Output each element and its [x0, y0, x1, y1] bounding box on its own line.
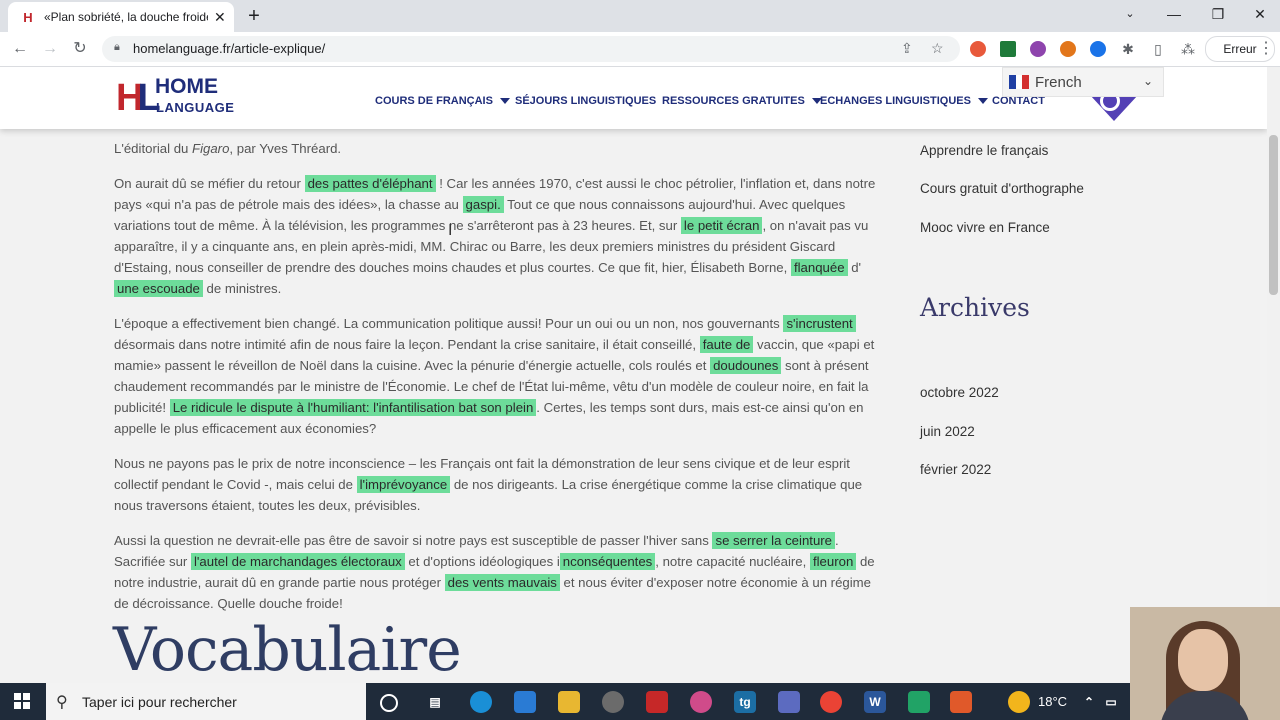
forward-arrow-icon[interactable]: →: [38, 37, 62, 61]
gift-icon[interactable]: [646, 691, 668, 713]
vocab-highlight[interactable]: Le ridicule le dispute à l'humiliant: l'…: [169, 399, 537, 416]
address-bar[interactable]: 🔒︎ homelanguage.fr/article-explique/ ⇪ ☆: [102, 36, 960, 62]
vocab-highlight[interactable]: flanquée: [790, 259, 848, 276]
windows-start-icon[interactable]: [14, 693, 30, 709]
article-paragraph-3: Nous ne payons pas le prix de notre inco…: [114, 456, 863, 513]
vocab-highlight[interactable]: des pattes d'éléphant: [304, 175, 436, 192]
extension-grid-icon[interactable]: ⁂: [1176, 37, 1200, 61]
archives-heading: Archives: [920, 293, 1030, 322]
tray-chevron-icon[interactable]: ⌃: [1078, 691, 1100, 713]
file-explorer-icon[interactable]: [558, 691, 580, 713]
article-intro: L'éditorial du Figaro, par Yves Thréard.: [114, 141, 342, 156]
chrome-icon[interactable]: [820, 691, 842, 713]
taskbar-search-box[interactable]: ⚲ Taper ici pour rechercher: [46, 683, 366, 720]
logo-mark[interactable]: HL: [116, 77, 161, 119]
scrollbar-thumb[interactable]: [1269, 135, 1278, 295]
archive-link-juin-2022[interactable]: juin 2022: [920, 424, 975, 439]
paint-icon[interactable]: [690, 691, 712, 713]
web-page: HL HOME LANGUAGE COURS DE FRANÇAIS SÉJOU…: [0, 67, 1267, 683]
weather-icon[interactable]: [1008, 691, 1030, 713]
logo-language-text[interactable]: LANGUAGE: [156, 100, 234, 115]
taskbar-search-placeholder: Taper ici pour rechercher: [82, 694, 237, 710]
back-arrow-icon[interactable]: ←: [8, 37, 32, 61]
article-paragraph-1: On aurait dû se méfier du retour des pat…: [114, 175, 876, 297]
calculator-icon[interactable]: [778, 691, 800, 713]
article-paragraph-4: Aussi la question ne devrait-elle pas êt…: [114, 532, 875, 611]
language-label: French: [1035, 73, 1082, 91]
sidebar-link-mooc[interactable]: Mooc vivre en France: [920, 220, 1050, 235]
tab-title: «Plan sobriété, la douche froide»: [44, 10, 208, 24]
site-favicon-icon: H: [23, 9, 33, 25]
side-panel-icon[interactable]: ▯: [1146, 37, 1170, 61]
vocab-highlight[interactable]: une escouade: [114, 280, 203, 297]
text-cursor-icon: I: [448, 222, 453, 239]
vocab-highlight[interactable]: des vents mauvais: [444, 574, 560, 591]
extension-purple-icon[interactable]: [1030, 41, 1046, 57]
browser-tabbar: H «Plan sobriété, la douche froide» ✕ + …: [0, 0, 1280, 32]
french-flag-icon: [1009, 75, 1030, 89]
nav-cours-de-francais[interactable]: COURS DE FRANÇAIS: [375, 95, 510, 107]
vocab-highlight[interactable]: l'autel de marchandages électoraux: [190, 553, 405, 570]
vocab-highlight[interactable]: faute de: [699, 336, 754, 353]
minimize-icon[interactable]: —: [1152, 0, 1196, 28]
language-selector[interactable]: French ⌄: [1002, 67, 1164, 97]
close-window-icon[interactable]: ✕: [1238, 0, 1280, 28]
vocab-highlight[interactable]: gaspi.: [462, 196, 504, 213]
restore-icon[interactable]: ❐: [1196, 0, 1240, 28]
browser-tab[interactable]: H «Plan sobriété, la douche froide» ✕: [8, 2, 234, 32]
reload-icon[interactable]: ↻: [68, 37, 92, 61]
windows-taskbar: ⚲ Taper ici pour rechercher ▤ tg W 18°C …: [0, 683, 1280, 720]
article-paragraph-2: L'époque a effectivement bien changé. La…: [114, 315, 875, 436]
new-tab-icon[interactable]: +: [244, 4, 264, 28]
article-body: L'éditorial du Figaro, par Yves Thréard.…: [114, 138, 889, 628]
vocab-highlight[interactable]: le petit écran: [680, 217, 763, 234]
extensions-puzzle-icon[interactable]: ✱: [1116, 37, 1140, 61]
nav-echanges-linguistiques[interactable]: ECHANGES LINGUISTIQUES: [820, 95, 988, 107]
edge-browser-icon[interactable]: [470, 691, 492, 713]
search-icon: ⚲: [56, 694, 68, 711]
sidebar-link-apprendre[interactable]: Apprendre le français: [920, 143, 1048, 158]
page-scrollbar[interactable]: [1267, 67, 1280, 683]
vocab-highlight[interactable]: nconséquentes: [559, 553, 656, 570]
extension-excel-icon[interactable]: [1000, 41, 1016, 57]
extension-blue-icon[interactable]: [1090, 41, 1106, 57]
caret-down-icon: [977, 98, 988, 105]
vocab-highlight[interactable]: l'imprévoyance: [356, 476, 451, 493]
store-icon[interactable]: [514, 691, 536, 713]
app-orange-icon[interactable]: [950, 691, 972, 713]
archive-link-fevrier-2022[interactable]: février 2022: [920, 462, 991, 477]
vocabulary-heading: Vocabulaire: [113, 615, 462, 683]
extension-red-icon[interactable]: [970, 41, 986, 57]
presenter-face: [1178, 629, 1228, 691]
temperature-text: 18°C: [1038, 694, 1068, 709]
tab-search-chevron-icon[interactable]: ⌄: [1108, 0, 1152, 28]
chevron-down-icon: ⌄: [1142, 74, 1153, 88]
task-view-icon[interactable]: ▤: [424, 691, 446, 713]
battery-icon[interactable]: ▭: [1100, 691, 1122, 713]
webcam-overlay: [1130, 607, 1280, 720]
cortana-icon[interactable]: [380, 694, 398, 712]
share-icon[interactable]: ⇪: [901, 40, 913, 57]
nav-sejours-linguistiques[interactable]: SÉJOURS LINGUISTIQUES: [515, 95, 656, 107]
vocab-highlight[interactable]: s'incrustent: [783, 315, 856, 332]
menu-kebab-icon[interactable]: ⋮: [1254, 37, 1278, 61]
sidebar-link-orthographe[interactable]: Cours gratuit d'orthographe: [920, 181, 1084, 196]
lock-icon: 🔒︎: [114, 41, 120, 53]
media-icon[interactable]: [602, 691, 624, 713]
archive-link-octobre-2022[interactable]: octobre 2022: [920, 385, 999, 400]
app-green-icon[interactable]: [908, 691, 930, 713]
vocab-highlight[interactable]: se serrer la ceinture: [712, 532, 836, 549]
vocab-highlight[interactable]: doudounes: [710, 357, 782, 374]
caret-down-icon: [499, 98, 510, 105]
metamask-fox-icon[interactable]: [1060, 41, 1076, 57]
vocab-highlight[interactable]: fleuron: [809, 553, 857, 570]
word-icon[interactable]: W: [864, 691, 886, 713]
url-text: homelanguage.fr/article-explique/: [133, 41, 326, 56]
tab-close-icon[interactable]: ✕: [214, 9, 226, 26]
tg-app-icon[interactable]: tg: [734, 691, 756, 713]
bookmark-star-icon[interactable]: ☆: [931, 40, 944, 57]
nav-ressources-gratuites[interactable]: RESSOURCES GRATUITES: [662, 95, 822, 107]
browser-toolbar: ← → ↻ 🔒︎ homelanguage.fr/article-expliqu…: [0, 32, 1280, 67]
logo-home-text[interactable]: HOME: [155, 75, 218, 99]
